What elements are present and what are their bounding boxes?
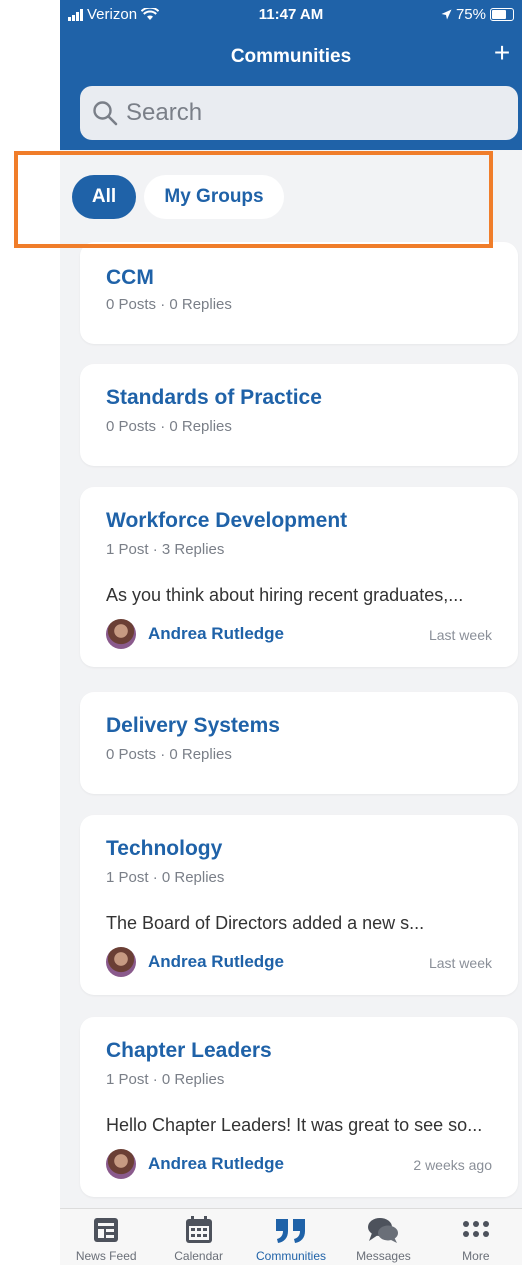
tab-label: Messages [356, 1249, 411, 1263]
community-card[interactable]: Chapter Leaders 1 Post · 0 Replies Hello… [80, 1017, 518, 1197]
community-card[interactable]: Technology 1 Post · 0 Replies The Board … [80, 815, 518, 995]
quote-icon [274, 1215, 308, 1245]
community-title: Workforce Development [106, 509, 348, 532]
avatar [106, 1149, 136, 1179]
filter-tabs: All My Groups [72, 175, 284, 219]
post-snippet: The Board of Directors added a new s... [106, 913, 425, 933]
community-card[interactable]: Standards of Practice 0 Posts · 0 Replie… [80, 364, 518, 466]
tab-messages[interactable]: Messages [337, 1209, 429, 1265]
post-author: Andrea Rutledge [106, 1149, 284, 1179]
post-author: Andrea Rutledge [106, 619, 284, 649]
community-stats: 0 Posts · 0 Replies [106, 418, 232, 435]
community-card[interactable]: Delivery Systems 0 Posts · 0 Replies [80, 692, 518, 794]
news-feed-icon [92, 1215, 120, 1245]
tab-label: Calendar [174, 1249, 223, 1263]
search-placeholder: Search [126, 99, 203, 126]
post-snippet: As you think about hiring recent graduat… [106, 585, 464, 605]
filter-my-groups-button[interactable]: My Groups [144, 175, 284, 219]
tab-communities[interactable]: Communities [245, 1209, 337, 1265]
post-time: Last week [428, 955, 492, 971]
app-screen: Verizon 11:47 AM 75% Communities + Searc… [60, 0, 522, 1265]
post-snippet: Hello Chapter Leaders! It was great to s… [106, 1115, 483, 1135]
community-stats: 1 Post · 0 Replies [106, 1071, 225, 1088]
battery-icon [490, 8, 514, 21]
community-stats: 0 Posts · 0 Replies [106, 296, 232, 313]
author-name: Andrea Rutledge [148, 624, 285, 643]
community-stats: 1 Post · 3 Replies [106, 541, 225, 558]
post-time: 2 weeks ago [413, 1157, 492, 1173]
calendar-icon [184, 1215, 214, 1245]
more-dots-icon [461, 1215, 491, 1245]
community-card[interactable]: CCM 0 Posts · 0 Replies [80, 242, 518, 344]
battery-percent: 75% [455, 6, 486, 23]
author-name: Andrea Rutledge [148, 952, 285, 971]
tab-bar: News Feed Calendar Communities Messages … [60, 1208, 522, 1265]
location-arrow-icon [441, 9, 452, 20]
community-title: Chapter Leaders [106, 1039, 272, 1062]
community-stats: 1 Post · 0 Replies [106, 869, 225, 886]
filter-all-button[interactable]: All [72, 175, 136, 219]
community-card[interactable]: Workforce Development 1 Post · 3 Replies… [80, 487, 518, 667]
avatar [106, 947, 136, 977]
add-button[interactable]: + [490, 39, 514, 67]
tab-news-feed[interactable]: News Feed [60, 1209, 152, 1265]
tab-label: News Feed [75, 1249, 137, 1263]
community-title: Technology [106, 837, 223, 860]
tab-calendar[interactable]: Calendar [152, 1209, 244, 1265]
chat-bubbles-icon [366, 1215, 400, 1245]
avatar [106, 619, 136, 649]
status-battery: 75% [441, 6, 514, 23]
search-input[interactable]: Search [80, 86, 518, 140]
tab-label: More [462, 1249, 490, 1263]
post-author: Andrea Rutledge [106, 947, 284, 977]
community-title: Standards of Practice [106, 386, 322, 409]
post-time: Last week [428, 627, 492, 643]
community-stats: 0 Posts · 0 Replies [106, 746, 232, 763]
community-title: Delivery Systems [106, 714, 280, 737]
header: Verizon 11:47 AM 75% Communities + Searc… [60, 0, 522, 150]
page-title: Communities [230, 46, 352, 67]
tab-label: Communities [256, 1249, 327, 1263]
author-name: Andrea Rutledge [148, 1154, 285, 1173]
search-icon [93, 101, 118, 126]
community-title: CCM [106, 266, 154, 289]
tab-more[interactable]: More [430, 1209, 522, 1265]
